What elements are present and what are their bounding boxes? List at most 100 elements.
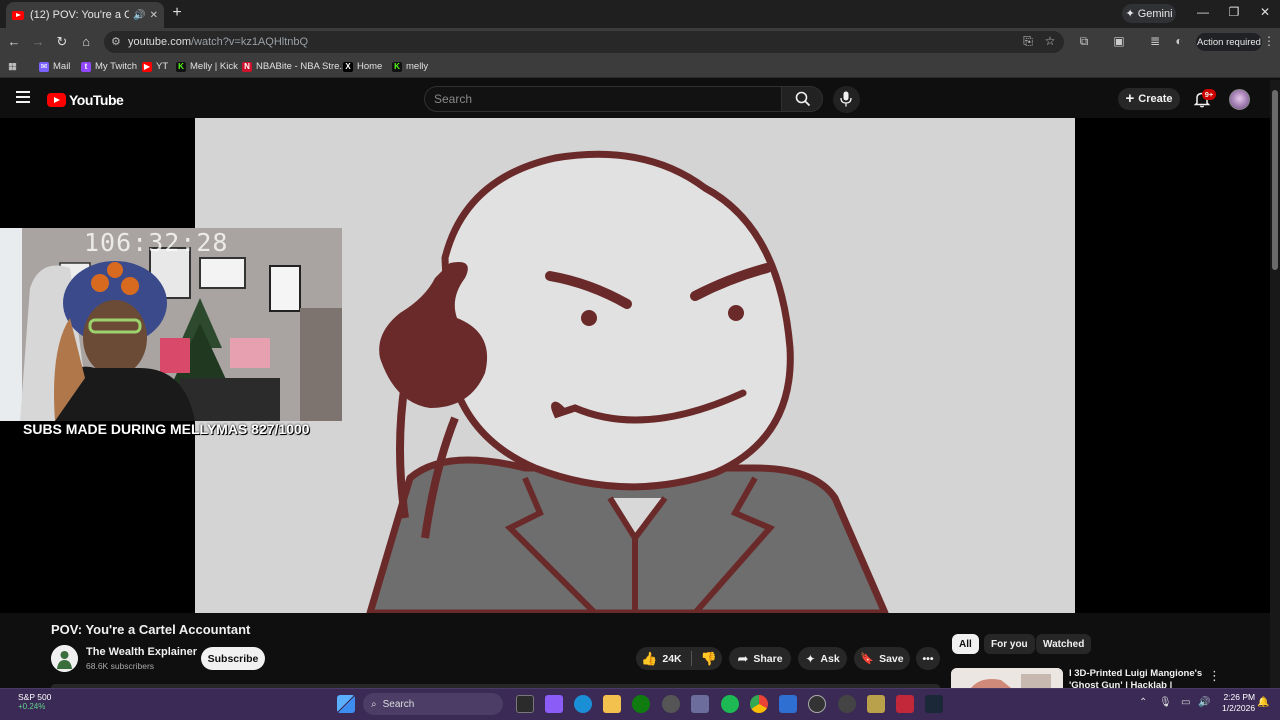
home-icon[interactable]: ⌂	[78, 34, 94, 49]
microphone-tray-icon[interactable]: 🎙	[1159, 697, 1172, 708]
action-required-button[interactable]: Action required	[1196, 33, 1262, 51]
tray-overflow-icon[interactable]: ⌃	[1139, 697, 1147, 708]
create-button[interactable]: + Create	[1118, 88, 1180, 110]
steam-icon[interactable]	[925, 695, 943, 713]
bookmark-label: Home	[357, 61, 383, 72]
clock-time: 2:26 PM	[1223, 692, 1256, 702]
channel-avatar[interactable]	[51, 645, 78, 672]
chrome-icon[interactable]	[750, 695, 768, 713]
close-tab-icon[interactable]: ✕	[150, 10, 158, 21]
bookmark-melly[interactable]: Kmelly	[392, 61, 428, 72]
recommendation-more-icon[interactable]: ⋮	[1208, 668, 1221, 684]
bookmark-nbabite[interactable]: N NBABite - NBA Stre...	[242, 61, 347, 72]
app-icon[interactable]	[867, 695, 885, 713]
ask-button[interactable]: ✦ Ask	[798, 647, 847, 670]
taskbar-search[interactable]: ⌕ Search	[363, 693, 503, 715]
spotify-icon[interactable]	[721, 695, 739, 713]
bookmark-melly-kick[interactable]: K Melly | Kick	[176, 61, 238, 72]
media-player-icon[interactable]	[808, 695, 826, 713]
youtube-icon: ▶	[142, 61, 152, 72]
menu-dots-icon[interactable]: ⋮	[1261, 34, 1277, 48]
chip-all[interactable]: All	[952, 634, 979, 654]
search-input[interactable]: Search	[434, 92, 472, 106]
search-box[interactable]	[424, 86, 782, 112]
chip-watched[interactable]: Watched	[1036, 634, 1092, 654]
apps-grid-icon[interactable]: ▦	[8, 61, 17, 72]
forward-arrow-icon[interactable]: →	[30, 34, 46, 49]
subs-goal-text: SUBS MADE DURING MELLYMAS 827/1000	[23, 421, 310, 437]
sparkle-icon: ✦	[1125, 8, 1135, 20]
dislike-button[interactable]: 👎	[701, 651, 717, 667]
url-text[interactable]: youtube.com/watch?v=kz1AQHltnbQ	[128, 36, 308, 48]
youtube-logo-text: YouTube	[69, 92, 124, 108]
recommendation-thumbnail[interactable]	[951, 668, 1063, 688]
bookmark-label: My Twitch	[95, 61, 138, 72]
task-view-icon[interactable]	[516, 695, 534, 713]
share-label: Share	[753, 652, 783, 665]
bookmark-mail[interactable]: ✉ Mail	[39, 61, 70, 72]
browser-tab[interactable]: (12) POV: You're a Cartel Accountant - Y…	[6, 2, 164, 28]
capture-app-icon[interactable]	[896, 695, 914, 713]
volume-icon[interactable]: 🔊	[1198, 697, 1210, 708]
gemini-label: Gemini	[1137, 7, 1173, 20]
edge-icon[interactable]	[574, 695, 592, 713]
extensions-icon[interactable]: ⧉	[1076, 34, 1092, 49]
youtube-play-icon	[47, 93, 66, 107]
voice-search-button[interactable]	[833, 86, 860, 113]
search-button[interactable]	[781, 86, 823, 112]
bookmark-yt[interactable]: ▶ YT	[142, 61, 168, 72]
close-window-button[interactable]: ✕	[1255, 5, 1275, 19]
url-path: /watch?v=kz1AQHltnbQ	[190, 36, 309, 48]
minimize-window-button[interactable]: —	[1193, 5, 1213, 19]
account-avatar[interactable]	[1229, 89, 1250, 110]
bookmark-label: NBABite - NBA Stre...	[256, 61, 348, 72]
mail-icon: ✉	[39, 61, 49, 72]
stock-widget[interactable]: S&P 500 +0.24%	[18, 692, 51, 711]
file-explorer-icon[interactable]	[603, 695, 621, 713]
new-tab-button[interactable]: +	[168, 4, 186, 22]
thumbs-down-icon: 👎	[700, 650, 717, 666]
x-icon: X	[343, 61, 353, 72]
obs-icon[interactable]	[838, 695, 856, 713]
search-icon: ⌕	[371, 698, 377, 710]
speaker-icon[interactable]: 🔊	[133, 10, 145, 21]
like-button[interactable]: 👍 24K	[641, 651, 681, 667]
install-app-icon[interactable]: ⎘	[1020, 34, 1036, 49]
copilot-icon[interactable]	[545, 695, 563, 713]
notification-center-icon[interactable]: 🔔	[1257, 697, 1269, 708]
bookmark-my-twitch[interactable]: t My Twitch	[81, 61, 137, 72]
scrollbar-thumb[interactable]	[1272, 90, 1278, 270]
gemini-button[interactable]: ✦ Gemini	[1122, 4, 1176, 23]
twitch-icon: t	[81, 61, 91, 72]
youtube-logo[interactable]: YouTube	[47, 92, 124, 108]
windows-start-icon[interactable]	[337, 695, 355, 713]
video-title: POV: You're a Cartel Accountant	[51, 622, 251, 637]
channel-name[interactable]: The Wealth Explainer	[86, 646, 197, 658]
restore-window-button[interactable]: ❐	[1224, 5, 1244, 19]
save-button[interactable]: 🔖 Save	[854, 647, 910, 670]
network-icon[interactable]: ▭	[1181, 697, 1190, 708]
chatgpt-icon[interactable]	[662, 695, 680, 713]
site-info-icon[interactable]: ⚙	[111, 35, 121, 48]
kick-icon: K	[176, 61, 186, 72]
create-label: Create	[1138, 93, 1173, 105]
bookmark-star-icon[interactable]: ☆	[1042, 34, 1058, 48]
store-icon[interactable]	[691, 695, 709, 713]
more-actions-button[interactable]: •••	[916, 647, 940, 670]
recommendation-title[interactable]: I 3D-Printed Luigi Mangione's 'Ghost Gun…	[1069, 668, 1204, 688]
profile-extension-icon[interactable]: ◐	[1171, 34, 1187, 48]
reading-list-icon[interactable]: ≣	[1147, 34, 1163, 48]
photos-icon[interactable]	[779, 695, 797, 713]
save-label: Save	[879, 652, 904, 665]
subscribe-button[interactable]: Subscribe	[201, 647, 265, 670]
hamburger-menu-icon[interactable]	[16, 91, 30, 103]
split-view-icon[interactable]: ▣	[1111, 34, 1127, 48]
like-dislike-group: 👍 24K 👎	[636, 647, 722, 670]
back-arrow-icon[interactable]: ←	[6, 34, 22, 49]
xbox-icon[interactable]	[632, 695, 650, 713]
chip-for-you[interactable]: For you	[984, 634, 1035, 654]
reload-icon[interactable]: ↻	[54, 34, 70, 50]
share-button[interactable]: ➦ Share	[729, 647, 791, 670]
bookmark-home[interactable]: X Home	[343, 61, 382, 72]
taskbar-clock[interactable]: 2:26 PM 1/2/2026	[1222, 692, 1255, 714]
